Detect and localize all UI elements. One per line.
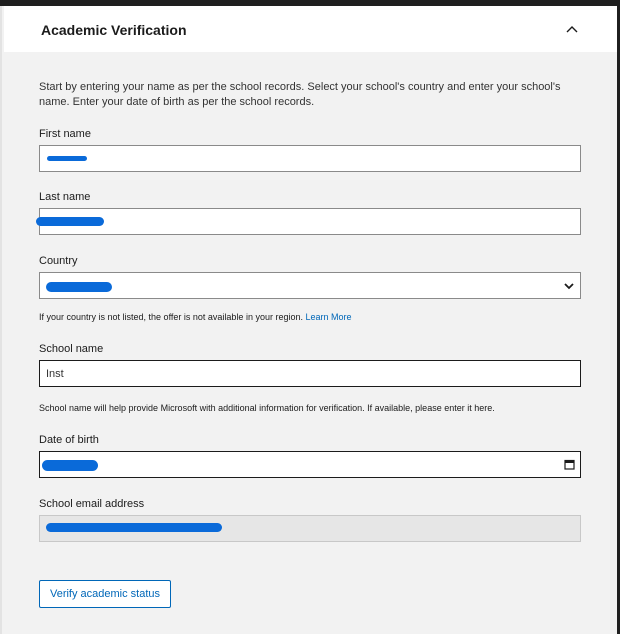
- calendar-icon[interactable]: [564, 459, 575, 470]
- date-of-birth-field[interactable]: [39, 451, 581, 478]
- redaction-mark: [42, 460, 98, 471]
- first-name-input[interactable]: [40, 146, 580, 171]
- panel-title: Academic Verification: [41, 22, 187, 38]
- country-label: Country: [39, 255, 78, 267]
- first-name-label: First name: [39, 128, 91, 140]
- last-name-input[interactable]: [40, 209, 580, 234]
- country-hint: If your country is not listed, the offer…: [39, 312, 352, 322]
- school-name-input[interactable]: [40, 361, 580, 386]
- redaction-mark: [47, 156, 87, 161]
- school-name-hint: School name will help provide Microsoft …: [39, 403, 495, 413]
- last-name-field[interactable]: [36, 208, 581, 235]
- intro-text: Start by entering your name as per the s…: [39, 81, 561, 108]
- learn-more-link[interactable]: Learn More: [306, 312, 352, 322]
- collapse-button[interactable]: [560, 18, 584, 42]
- verify-academic-status-button[interactable]: Verify academic status: [39, 580, 171, 608]
- panel-header[interactable]: Academic Verification: [4, 6, 617, 52]
- country-hint-text: If your country is not listed, the offer…: [39, 312, 303, 322]
- academic-verification-panel: Academic Verification Start by entering …: [0, 6, 617, 634]
- school-email-field: [39, 515, 581, 542]
- last-name-label: Last name: [39, 191, 91, 203]
- school-email-label: School email address: [39, 498, 145, 510]
- panel-content: Start by entering your name as per the s…: [39, 80, 581, 110]
- redaction-mark: [36, 217, 104, 226]
- country-select[interactable]: [39, 272, 581, 299]
- chevron-down-icon: [564, 283, 574, 290]
- school-name-label: School name: [39, 343, 104, 355]
- date-of-birth-input[interactable]: [40, 452, 580, 477]
- date-of-birth-label: Date of birth: [39, 434, 99, 446]
- redaction-mark: [46, 282, 112, 292]
- redaction-mark: [46, 523, 222, 532]
- chevron-up-icon: [566, 26, 578, 33]
- first-name-field[interactable]: [39, 145, 581, 172]
- school-name-field[interactable]: [39, 360, 581, 387]
